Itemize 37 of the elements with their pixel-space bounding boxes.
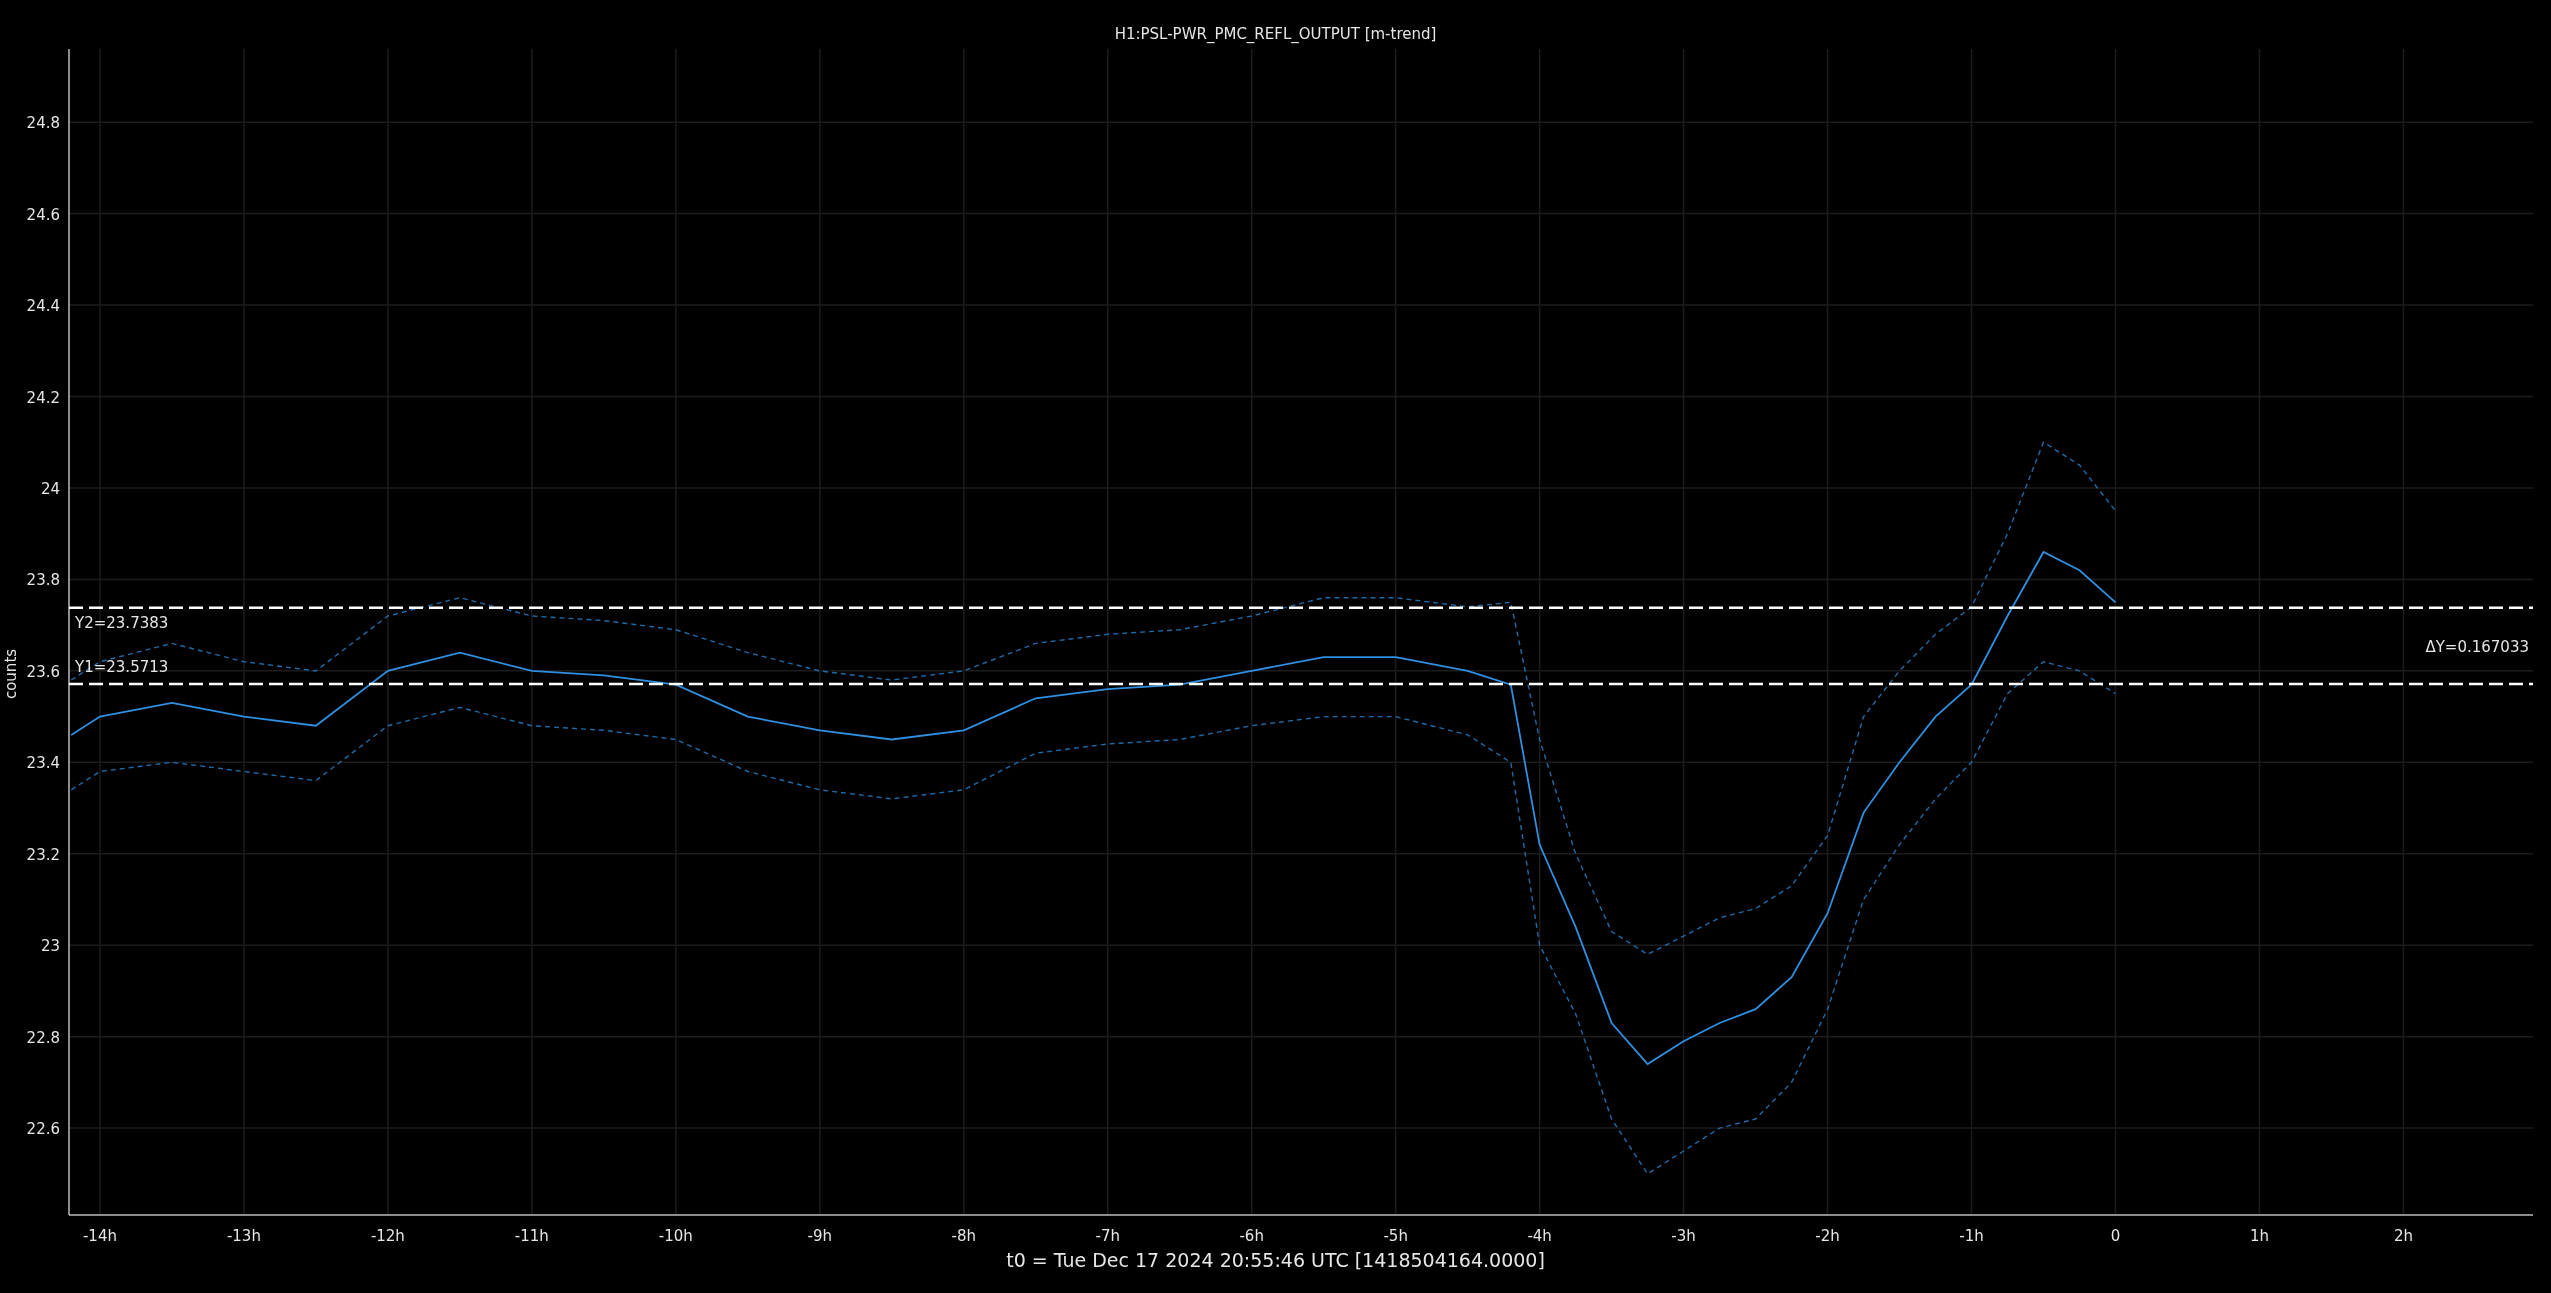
y-tick-label: 23.6 (26, 662, 60, 681)
x-tick-label: -4h (1527, 1227, 1552, 1245)
y-tick-label: 23.8 (26, 571, 60, 590)
y-tick-label: 22.8 (26, 1028, 60, 1047)
x-tick-label: -9h (807, 1227, 832, 1245)
x-tick-label: -13h (226, 1227, 261, 1245)
y-tick-label: 22.6 (26, 1120, 60, 1139)
x-tick-label: 1h (2249, 1227, 2269, 1245)
x-tick-label: -10h (658, 1227, 693, 1245)
cursor-line[interactable] (69, 606, 2533, 609)
cursor-label: Y2=23.7383 (75, 613, 169, 632)
time-origin-label: t0 = Tue Dec 17 2024 20:55:46 UTC [1418504164.0000] (1006, 1249, 1545, 1271)
delta-label: ΔY=0.167033 (2425, 637, 2529, 656)
y-tick-label: 24 (40, 479, 60, 498)
x-tick-label: -2h (1815, 1227, 1840, 1245)
y-tick-label: 23.2 (26, 845, 60, 864)
y-tick-label: 24.4 (26, 297, 60, 316)
x-tick-label: 0 (2110, 1227, 2121, 1245)
x-tick-label: -12h (370, 1227, 405, 1245)
y-tick-label: 24.8 (26, 114, 60, 133)
plot-title: H1:PSL-PWR_PMC_REFL_OUTPUT [m-trend] (1114, 24, 1437, 45)
y-tick-label: 24.2 (26, 388, 60, 407)
x-tick-label: -8h (951, 1227, 976, 1245)
x-tick-label: -7h (1095, 1227, 1120, 1245)
x-tick-label: -3h (1671, 1227, 1696, 1245)
x-tick-label: -5h (1383, 1227, 1408, 1245)
cursor-label: Y1=23.5713 (75, 658, 169, 676)
cursor-line[interactable] (69, 682, 2533, 686)
x-tick-label: -6h (1239, 1227, 1264, 1245)
y-tick-label: 23.4 (26, 754, 60, 773)
x-tick-label: 2h (2393, 1227, 2413, 1245)
x-tick-label: -1h (1959, 1227, 1984, 1245)
y-tick-label: 24.6 (26, 205, 60, 224)
y-axis-title: counts (2, 648, 20, 700)
x-tick-label: -14h (82, 1227, 117, 1245)
y-tick-label: 23 (40, 937, 60, 956)
x-tick-label: -11h (514, 1227, 549, 1245)
